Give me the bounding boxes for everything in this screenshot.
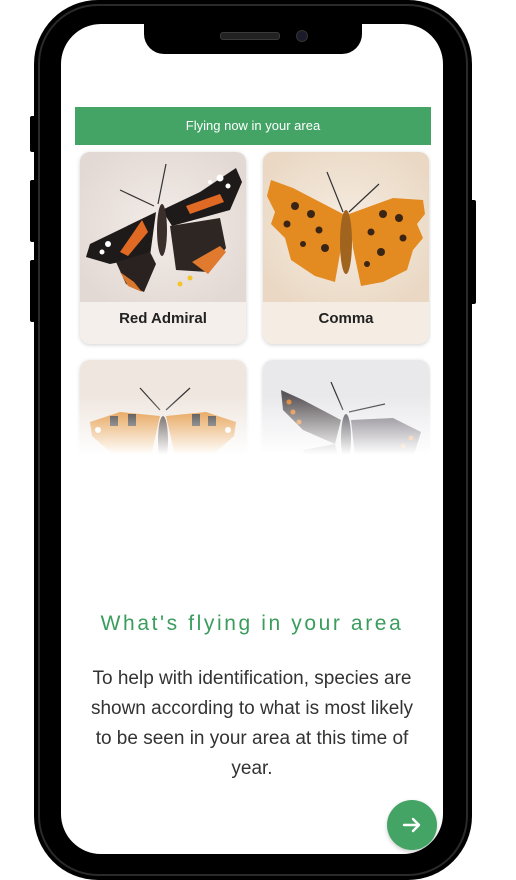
onboarding-headline: What's flying in your area xyxy=(100,612,404,635)
red-admiral-butterfly-image xyxy=(80,152,246,302)
comma-butterfly-image xyxy=(263,152,429,302)
arrow-right-icon xyxy=(402,817,421,833)
volume-up-button xyxy=(30,180,36,242)
next-button[interactable] xyxy=(387,800,437,850)
grid-fade-overlay xyxy=(75,395,431,465)
species-grid: Red Admiral Comma xyxy=(75,145,431,465)
notch xyxy=(144,24,362,54)
mute-switch xyxy=(30,116,36,152)
species-name: Red Admiral xyxy=(119,310,207,327)
speaker-grille xyxy=(220,32,280,40)
species-card-red-admiral[interactable]: Red Admiral xyxy=(80,152,246,344)
front-camera xyxy=(296,30,308,42)
volume-down-button xyxy=(30,260,36,322)
power-button xyxy=(470,200,476,304)
species-name: Comma xyxy=(318,310,374,327)
species-card-comma[interactable]: Comma xyxy=(263,152,429,344)
flying-now-banner: Flying now in your area xyxy=(75,107,431,145)
onboarding-description: To help with identification, species are… xyxy=(90,668,414,779)
app-screen: Flying now in your area Red Admiral Comm… xyxy=(61,24,443,854)
